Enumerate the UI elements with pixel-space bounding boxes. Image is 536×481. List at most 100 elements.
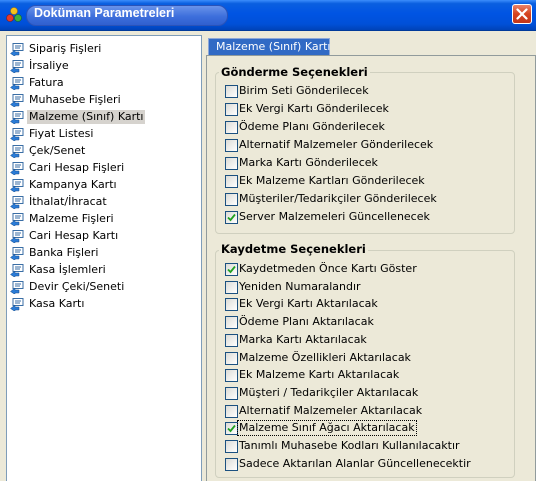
checkbox-box[interactable] bbox=[225, 316, 238, 330]
checkbox-label: Malzeme Özellikleri Aktarılacak bbox=[239, 350, 411, 364]
nav-item[interactable]: İrsaliye bbox=[10, 58, 190, 74]
nav-item[interactable]: Kasa İşlemleri bbox=[10, 262, 190, 278]
save-option-checkbox[interactable]: Müşteri / Tedarikçiler Aktarılacak bbox=[225, 386, 525, 401]
nav-item[interactable]: Muhasebe Fişleri bbox=[10, 92, 190, 108]
document-icon bbox=[10, 43, 24, 57]
checkbox-box[interactable] bbox=[225, 280, 238, 294]
checkbox-label: Ödeme Planı Aktarılacak bbox=[239, 315, 374, 329]
checkbox-label: Ödeme Planı Gönderilecek bbox=[239, 120, 385, 133]
document-icon bbox=[10, 77, 24, 91]
save-option-checkbox[interactable]: Alternatif Malzemeler Aktarılacak bbox=[225, 404, 525, 419]
checkbox-box[interactable] bbox=[225, 103, 238, 116]
nav-item-label: Fatura bbox=[29, 76, 64, 89]
document-icon bbox=[10, 128, 24, 142]
checkbox-box[interactable] bbox=[225, 139, 238, 152]
nav-item-label: Çek/Senet bbox=[29, 144, 86, 157]
document-icon bbox=[10, 230, 24, 244]
save-option-checkbox[interactable]: Ek Vergi Kartı Aktarılacak bbox=[225, 297, 525, 312]
checkbox-label: Marka Kartı Aktarılacak bbox=[239, 332, 367, 346]
document-icon bbox=[10, 179, 24, 193]
checkbox-box[interactable] bbox=[225, 298, 238, 312]
send-option-checkbox[interactable]: Marka Kartı Gönderilecek bbox=[225, 156, 525, 171]
close-button[interactable] bbox=[512, 4, 532, 24]
save-option-checkbox[interactable]: Tanımlı Muhasebe Kodları Kullanılacaktır bbox=[225, 439, 525, 454]
nav-item-label: Sipariş Fişleri bbox=[29, 42, 102, 55]
nav-item-label: Malzeme (Sınıf) Kartı bbox=[27, 110, 146, 124]
checkbox-label: Tanımlı Muhasebe Kodları Kullanılacaktır bbox=[239, 439, 460, 452]
send-option-checkbox[interactable]: Server Malzemeleri Güncellenecek bbox=[225, 210, 525, 225]
checkbox-box[interactable] bbox=[225, 211, 238, 224]
nav-item[interactable]: Devir Çeki/Seneti bbox=[10, 279, 190, 295]
save-option-checkbox[interactable]: Ödeme Planı Aktarılacak bbox=[225, 315, 525, 330]
checkbox-box[interactable] bbox=[225, 333, 238, 347]
nav-item[interactable]: Cari Hesap Fişleri bbox=[10, 160, 190, 176]
send-option-checkbox[interactable]: Müşteriler/Tedarikçiler Gönderilecek bbox=[225, 192, 525, 207]
document-icon bbox=[10, 213, 24, 227]
document-icon bbox=[10, 247, 24, 261]
checkbox-label: Marka Kartı Gönderilecek bbox=[239, 156, 378, 169]
send-option-checkbox[interactable]: Alternatif Malzemeler Gönderilecek bbox=[225, 138, 525, 153]
nav-item-label: Kasa Kartı bbox=[29, 297, 85, 310]
send-option-checkbox[interactable]: Ödeme Planı Gönderilecek bbox=[225, 120, 525, 135]
checkbox-label: Müşteri / Tedarikçiler Aktarılacak bbox=[239, 385, 419, 399]
checkbox-box[interactable] bbox=[225, 175, 238, 188]
checkbox-box[interactable] bbox=[225, 404, 238, 418]
tab-label: Malzeme (Sınıf) Kartı bbox=[216, 40, 331, 53]
tab-material-card[interactable]: Malzeme (Sınıf) Kartı bbox=[208, 38, 330, 56]
send-option-checkbox[interactable]: Ek Vergi Kartı Gönderilecek bbox=[225, 102, 525, 117]
checkbox-box[interactable] bbox=[225, 157, 238, 170]
nav-item[interactable]: Çek/Senet bbox=[10, 143, 190, 159]
checkbox-box[interactable] bbox=[225, 85, 238, 98]
close-icon bbox=[516, 8, 528, 20]
document-icon bbox=[10, 145, 24, 159]
checkbox-box[interactable] bbox=[225, 263, 238, 276]
checkbox-box[interactable] bbox=[225, 422, 238, 436]
checkbox-label: Ek Vergi Kartı Gönderilecek bbox=[239, 102, 389, 115]
checkbox-box[interactable] bbox=[225, 386, 238, 400]
document-icon bbox=[10, 60, 24, 74]
nav-item-label: Cari Hesap Fişleri bbox=[29, 161, 125, 174]
checkbox-box[interactable] bbox=[225, 193, 238, 206]
save-options-title: Kaydetme Seçenekleri bbox=[219, 242, 368, 256]
send-options-title: Gönderme Seçenekleri bbox=[219, 65, 370, 79]
save-option-checkbox[interactable]: Kaydetmeden Önce Kartı Göster bbox=[225, 262, 525, 277]
nav-item[interactable]: Fatura bbox=[10, 75, 190, 91]
checkbox-label: Alternatif Malzemeler Gönderilecek bbox=[239, 138, 434, 151]
nav-item[interactable]: Sipariş Fişleri bbox=[10, 41, 190, 57]
nav-item[interactable]: Fiyat Listesi bbox=[10, 126, 190, 142]
checkbox-label: Server Malzemeleri Güncellenecek bbox=[239, 210, 430, 223]
checkbox-label: Müşteriler/Tedarikçiler Gönderilecek bbox=[239, 192, 437, 205]
checkbox-label: Kaydetmeden Önce Kartı Göster bbox=[239, 262, 417, 275]
checkbox-box[interactable] bbox=[225, 457, 238, 471]
nav-item-label: Fiyat Listesi bbox=[29, 127, 94, 140]
checkbox-box[interactable] bbox=[225, 121, 238, 134]
window-title: Doküman Parametreleri bbox=[34, 6, 175, 20]
checkbox-label: Ek Malzeme Kartı Aktarılacak bbox=[239, 368, 400, 382]
nav-item[interactable]: Malzeme Fişleri bbox=[10, 211, 190, 227]
save-option-checkbox[interactable]: Malzeme Özellikleri Aktarılacak bbox=[225, 351, 525, 366]
save-option-checkbox[interactable]: Malzeme Sınıf Ağacı Aktarılacak bbox=[225, 420, 525, 437]
save-option-checkbox[interactable]: Marka Kartı Aktarılacak bbox=[225, 333, 525, 348]
checkbox-label: Ek Malzeme Kartları Gönderilecek bbox=[239, 174, 425, 187]
checkbox-box[interactable] bbox=[225, 369, 238, 383]
nav-item[interactable]: İthalat/İhracat bbox=[10, 194, 190, 210]
send-option-checkbox[interactable]: Birim Seti Gönderilecek bbox=[225, 84, 525, 99]
nav-item[interactable]: Kasa Kartı bbox=[10, 296, 190, 312]
nav-item-label: İrsaliye bbox=[29, 59, 69, 72]
title-bar[interactable]: Doküman Parametreleri bbox=[0, 0, 536, 31]
document-icon bbox=[10, 94, 24, 108]
nav-item-label: Devir Çeki/Seneti bbox=[29, 280, 125, 293]
nav-item[interactable]: Malzeme (Sınıf) Kartı bbox=[10, 109, 190, 125]
save-option-checkbox[interactable]: Sadece Aktarılan Alanlar Güncellenecekti… bbox=[225, 457, 525, 472]
checkbox-box[interactable] bbox=[225, 351, 238, 365]
nav-item[interactable]: Banka Fişleri bbox=[10, 245, 190, 261]
nav-item-label: Banka Fişleri bbox=[29, 246, 99, 259]
checkbox-box[interactable] bbox=[225, 440, 238, 453]
save-option-checkbox[interactable]: Yeniden Numaralandır bbox=[225, 280, 525, 295]
send-option-checkbox[interactable]: Ek Malzeme Kartları Gönderilecek bbox=[225, 174, 525, 189]
nav-item-label: Kampanya Kartı bbox=[29, 178, 117, 191]
save-option-checkbox[interactable]: Ek Malzeme Kartı Aktarılacak bbox=[225, 368, 525, 383]
nav-item[interactable]: Kampanya Kartı bbox=[10, 177, 190, 193]
nav-item-label: İthalat/İhracat bbox=[29, 195, 107, 208]
nav-item[interactable]: Cari Hesap Kartı bbox=[10, 228, 190, 244]
